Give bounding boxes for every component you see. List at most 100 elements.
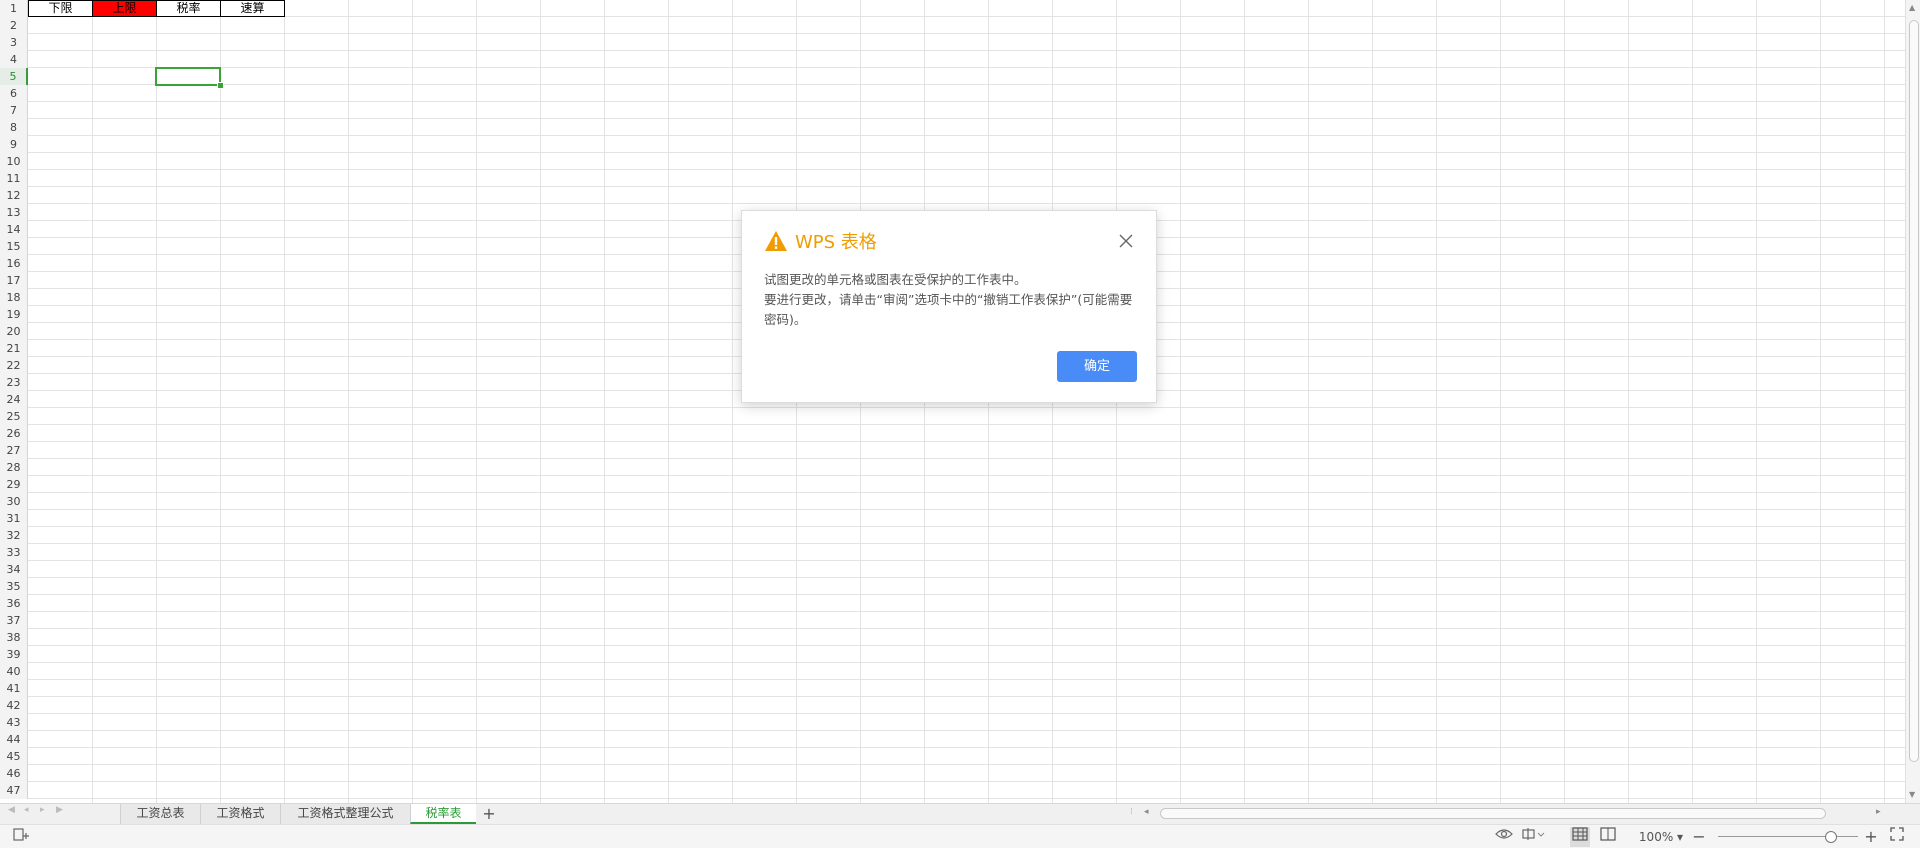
add-sheet-button[interactable]: + [480,804,498,824]
row-header[interactable]: 24 [0,391,28,408]
row-header[interactable]: 38 [0,629,28,646]
header-cell[interactable]: 速算 [220,0,285,17]
row-header[interactable]: 13 [0,204,28,221]
fullscreen-icon[interactable] [1888,827,1906,847]
row-header[interactable]: 15 [0,238,28,255]
row-header[interactable]: 23 [0,374,28,391]
row-header[interactable]: 9 [0,136,28,153]
column-gridline [1372,0,1373,803]
row-header[interactable]: 26 [0,425,28,442]
sheet-tab[interactable]: 工资格式 [200,804,280,824]
horizontal-scroll-thumb[interactable] [1160,808,1826,819]
macro-icon[interactable] [12,827,32,847]
row-gridline [28,475,1905,476]
column-gridline [1692,0,1693,803]
scroll-right-icon[interactable]: ▸ [1876,807,1881,817]
row-header[interactable]: 40 [0,663,28,680]
close-icon[interactable] [1118,233,1134,249]
row-header[interactable]: 10 [0,153,28,170]
scroll-up-icon[interactable]: ▲ [1909,3,1915,12]
column-gridline [1564,0,1565,803]
row-header[interactable]: 27 [0,442,28,459]
horizontal-scrollbar[interactable]: ⁞ ◂ ▸ [1130,806,1895,822]
row-gridline [28,645,1905,646]
header-cell[interactable]: 下限 [28,0,93,17]
row-header[interactable]: 17 [0,272,28,289]
row-header[interactable]: 28 [0,459,28,476]
row-header[interactable]: 31 [0,510,28,527]
row-header[interactable]: 21 [0,340,28,357]
row-header[interactable]: 7 [0,102,28,119]
split-handle-icon[interactable]: ⁞ [1130,807,1133,817]
row-header[interactable]: 8 [0,119,28,136]
row-header[interactable]: 20 [0,323,28,340]
row-header[interactable]: 12 [0,187,28,204]
scroll-left-icon[interactable]: ◂ [1144,807,1149,817]
dialog-message-line1: 试图更改的单元格或图表在受保护的工作表中。 [764,272,1027,287]
row-header[interactable]: 33 [0,544,28,561]
header-cell[interactable]: 税率 [156,0,221,17]
column-gridline [668,0,669,803]
row-gridline [28,50,1905,51]
row-header[interactable]: 34 [0,561,28,578]
row-header[interactable]: 46 [0,765,28,782]
selected-cell[interactable] [155,67,221,86]
sheet-tab[interactable]: 工资格式整理公式 [280,804,410,824]
row-header[interactable]: 4 [0,51,28,68]
row-header[interactable]: 29 [0,476,28,493]
row-gridline [28,441,1905,442]
ok-button[interactable]: 确定 [1057,351,1137,382]
row-gridline [28,67,1905,68]
row-header[interactable]: 2 [0,17,28,34]
scroll-down-icon[interactable]: ▼ [1909,790,1915,799]
row-header[interactable]: 47 [0,782,28,799]
eye-protect-icon[interactable] [1494,827,1514,847]
row-header[interactable]: 3 [0,34,28,51]
row-header[interactable]: 5 [0,68,28,85]
zoom-level-dropdown[interactable]: 100% ▾ [1636,827,1686,847]
row-header[interactable]: 44 [0,731,28,748]
next-sheet-icon[interactable]: ▸ [40,805,45,815]
row-header[interactable]: 37 [0,612,28,629]
vertical-scroll-thumb[interactable] [1909,20,1919,762]
header-cell[interactable]: 上限 [92,0,157,17]
row-header[interactable]: 43 [0,714,28,731]
row-header[interactable]: 25 [0,408,28,425]
column-gridline [1756,0,1757,803]
row-header[interactable]: 41 [0,680,28,697]
row-header[interactable]: 30 [0,493,28,510]
row-header[interactable]: 14 [0,221,28,238]
zoom-in-button[interactable]: + [1864,827,1878,847]
vertical-scrollbar[interactable]: ▲ ▼ [1905,0,1920,803]
row-header[interactable]: 11 [0,170,28,187]
row-header[interactable]: 35 [0,578,28,595]
sheet-tab[interactable]: 工资总表 [120,804,200,824]
zoom-slider-knob[interactable] [1825,831,1837,843]
row-header[interactable]: 45 [0,748,28,765]
row-gridline [28,679,1905,680]
row-header[interactable]: 32 [0,527,28,544]
last-sheet-icon[interactable]: ▶ [56,805,63,815]
prev-sheet-icon[interactable]: ◂ [24,805,29,815]
sheet-tab[interactable]: 税率表 [410,804,476,824]
zoom-out-button[interactable]: − [1692,827,1706,847]
row-header[interactable]: 42 [0,697,28,714]
page-layout-view-icon[interactable] [1598,827,1618,847]
fill-handle[interactable] [217,82,224,89]
row-header[interactable]: 18 [0,289,28,306]
first-sheet-icon[interactable]: ◀ [8,805,15,815]
zoom-slider[interactable] [1718,836,1858,837]
row-header[interactable]: 39 [0,646,28,663]
row-header[interactable]: 36 [0,595,28,612]
row-gridline [28,135,1905,136]
row-header[interactable]: 22 [0,357,28,374]
row-gridline [28,424,1905,425]
row-header[interactable]: 16 [0,255,28,272]
layout-mode-icon[interactable] [1520,827,1546,847]
row-header[interactable]: 19 [0,306,28,323]
column-gridline [732,0,733,803]
normal-view-icon[interactable] [1570,827,1590,847]
row-header[interactable]: 6 [0,85,28,102]
column-gridline [92,0,93,803]
row-header[interactable]: 1 [0,0,28,17]
